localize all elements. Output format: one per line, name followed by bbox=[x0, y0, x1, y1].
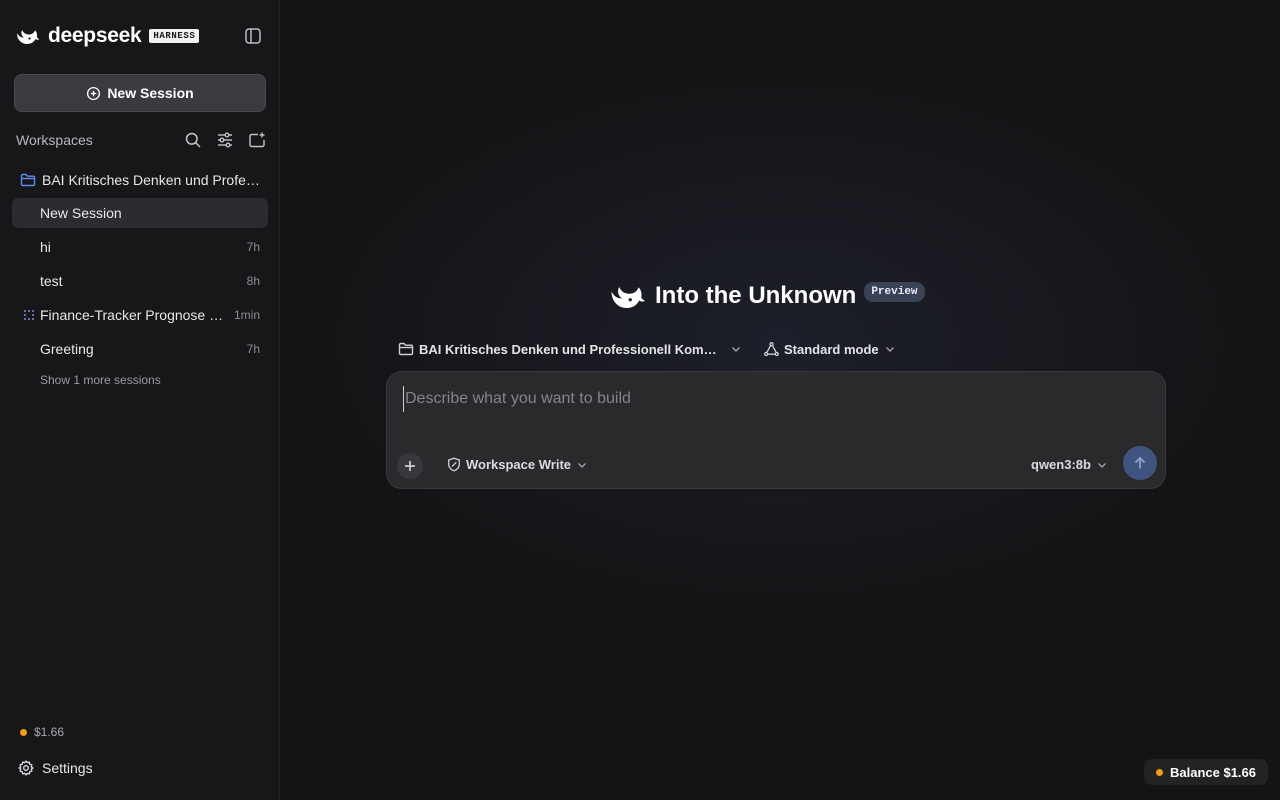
settings-button[interactable]: Settings bbox=[18, 760, 93, 776]
folder-icon bbox=[398, 342, 414, 356]
sidebar-toggle-icon[interactable] bbox=[244, 27, 262, 45]
workspace-item-label: BAI Kritisches Denken und Professionell … bbox=[42, 172, 260, 188]
settings-label: Settings bbox=[42, 760, 93, 776]
session-title: test bbox=[40, 273, 63, 289]
session-item-greeting[interactable]: Greeting 7h bbox=[12, 334, 268, 364]
search-icon[interactable] bbox=[184, 131, 202, 149]
preview-badge: Preview bbox=[864, 282, 925, 302]
session-title: Greeting bbox=[40, 341, 94, 357]
model-label: qwen3:8b bbox=[1031, 457, 1091, 472]
whale-logo-icon bbox=[610, 281, 646, 311]
new-session-button[interactable]: New Session bbox=[14, 74, 266, 112]
page-title: Into the Unknown bbox=[655, 282, 857, 309]
shield-pen-icon bbox=[447, 457, 461, 472]
mode-selector-label: Standard mode bbox=[784, 341, 879, 357]
sidebar-balance-value: $1.66 bbox=[34, 725, 65, 739]
workspace-selector-label: BAI Kritisches Denken und Professionell … bbox=[419, 341, 725, 357]
sidebar-balance: $1.66 bbox=[20, 725, 64, 739]
hero-heading: Into the Unknown Preview bbox=[610, 280, 925, 312]
context-selectors: BAI Kritisches Denken und Professionell … bbox=[398, 339, 896, 359]
show-more-sessions-link[interactable]: Show 1 more sessions bbox=[40, 373, 161, 387]
send-button[interactable] bbox=[1123, 446, 1157, 480]
chevron-down-icon bbox=[1096, 459, 1108, 471]
plus-circle-icon bbox=[86, 86, 101, 101]
workspaces-tools bbox=[184, 131, 266, 149]
folder-plus-icon[interactable] bbox=[248, 131, 266, 149]
main-area: Into the Unknown Preview BAI Kritisches … bbox=[280, 0, 1280, 800]
brand-badge: HARNESS bbox=[149, 29, 200, 43]
workspaces-header: Workspaces bbox=[16, 130, 266, 150]
balance-pill-label: Balance $1.66 bbox=[1170, 764, 1257, 780]
session-item-finance-tracker[interactable]: Finance-Tracker Prognose erstellen 1min bbox=[12, 300, 268, 330]
balance-pill[interactable]: Balance $1.66 bbox=[1144, 759, 1269, 785]
gear-icon bbox=[18, 760, 34, 776]
plus-icon bbox=[403, 459, 417, 473]
balance-status-dot bbox=[1156, 768, 1163, 776]
brand[interactable]: deepseek HARNESS bbox=[16, 24, 200, 48]
session-time: 1min bbox=[233, 308, 260, 322]
prompt-input[interactable] bbox=[403, 386, 1143, 412]
mode-selector[interactable]: Standard mode bbox=[764, 342, 896, 357]
workspace-selector[interactable]: BAI Kritisches Denken und Professionell … bbox=[398, 342, 742, 357]
session-time: 7h bbox=[246, 342, 260, 356]
chevron-down-icon bbox=[730, 343, 742, 355]
new-session-label: New Session bbox=[107, 85, 194, 101]
whale-logo-icon bbox=[16, 26, 40, 46]
permission-selector[interactable]: Workspace Write bbox=[447, 457, 588, 472]
session-item-hi[interactable]: hi 7h bbox=[12, 232, 268, 262]
model-selector[interactable]: qwen3:8b bbox=[1031, 457, 1108, 472]
session-title: Finance-Tracker Prognose erstellen bbox=[40, 307, 226, 323]
balance-status-dot bbox=[20, 728, 27, 736]
session-title: hi bbox=[40, 239, 51, 255]
app-window: deepseek HARNESS New Session Workspaces bbox=[0, 0, 1280, 800]
spinner-icon bbox=[23, 309, 35, 321]
session-time: 8h bbox=[246, 274, 260, 288]
attach-button[interactable] bbox=[397, 453, 423, 479]
session-title: New Session bbox=[40, 205, 122, 221]
workspace-item[interactable]: BAI Kritisches Denken und Professionell … bbox=[20, 170, 268, 190]
sliders-icon[interactable] bbox=[216, 131, 234, 149]
triangle-cycle-icon bbox=[764, 341, 779, 357]
brand-name: deepseek bbox=[48, 24, 142, 47]
session-item-new-session[interactable]: New Session bbox=[12, 198, 268, 228]
session-time: 7h bbox=[246, 240, 260, 254]
arrow-up-icon bbox=[1132, 455, 1148, 471]
prompt-composer: Workspace Write qwen3:8b bbox=[386, 371, 1166, 489]
workspaces-title: Workspaces bbox=[16, 132, 93, 148]
folder-icon bbox=[20, 173, 36, 187]
sidebar: deepseek HARNESS New Session Workspaces bbox=[0, 0, 280, 800]
permission-label: Workspace Write bbox=[466, 457, 572, 472]
chevron-down-icon bbox=[884, 343, 896, 355]
chevron-down-icon bbox=[576, 459, 588, 471]
session-item-test[interactable]: test 8h bbox=[12, 266, 268, 296]
